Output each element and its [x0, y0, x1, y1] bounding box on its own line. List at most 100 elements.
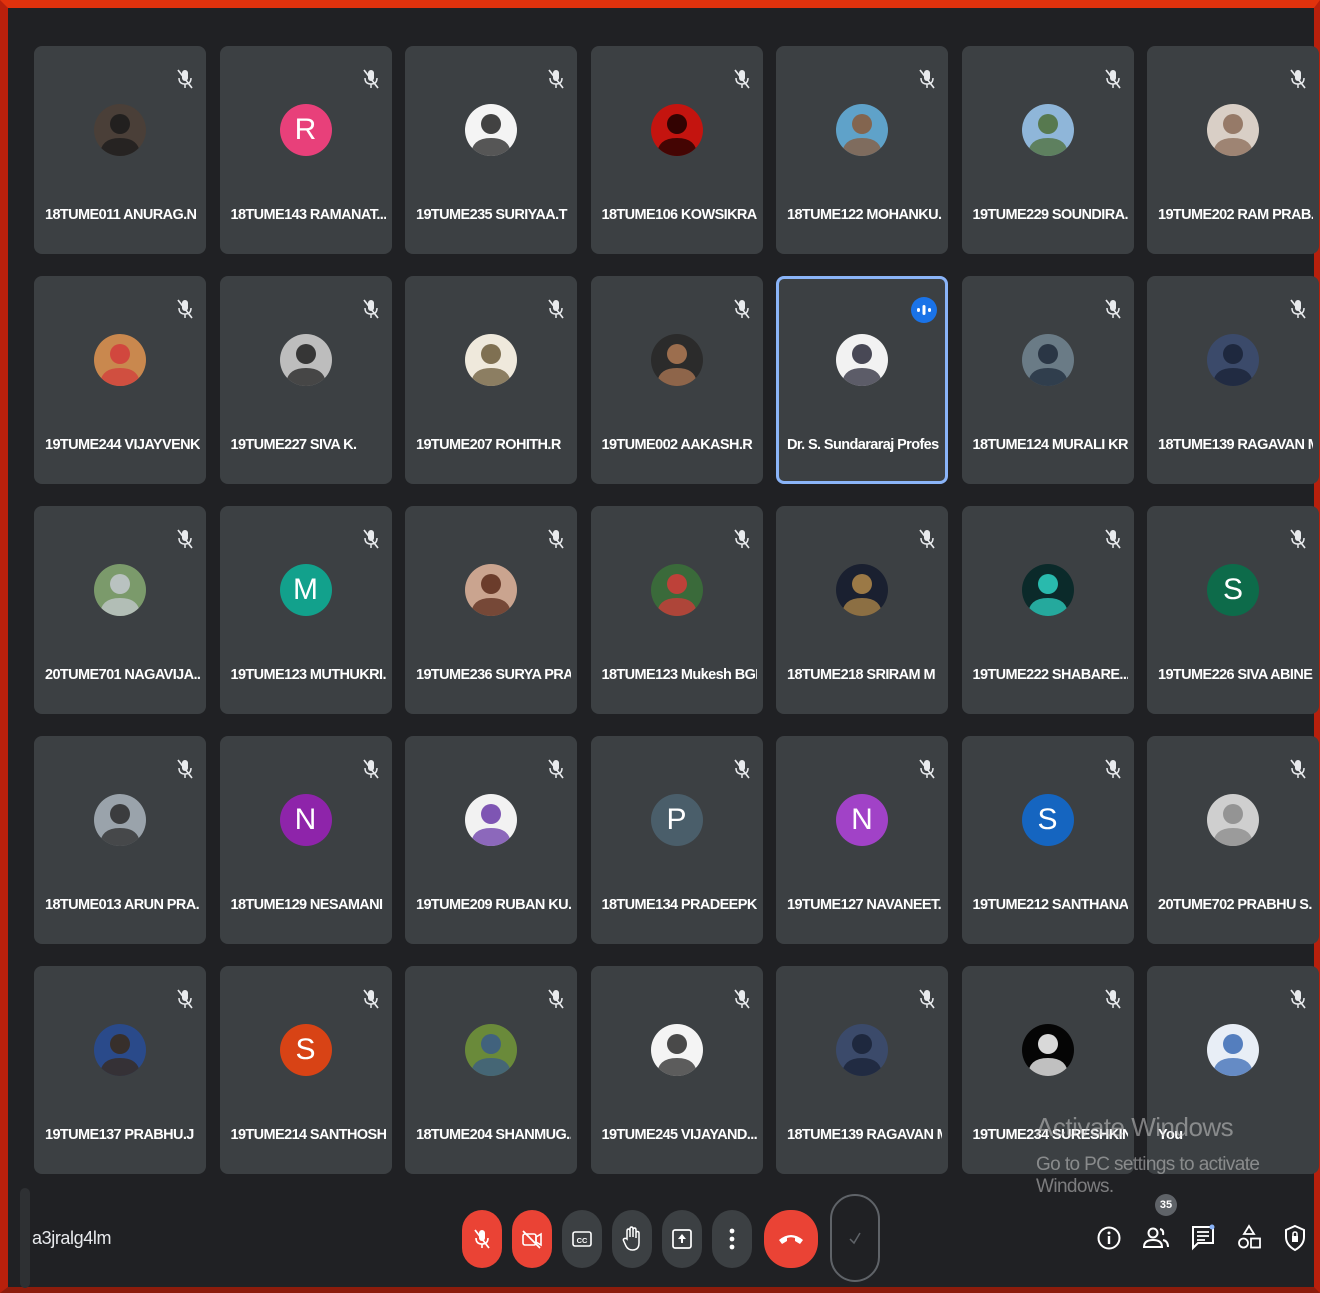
avatar — [1207, 1024, 1259, 1076]
participant-tile[interactable]: 19TUME235 SURIYAA.T — [405, 46, 577, 254]
avatar — [1021, 334, 1074, 386]
participant-tile[interactable]: 19TUME236 SURYA PRA... — [405, 506, 577, 714]
mic-toggle-button[interactable] — [462, 1210, 502, 1268]
participant-name: 18TUME218 SRIRAM M — [787, 667, 936, 683]
meeting-details-button[interactable] — [1094, 1220, 1124, 1256]
meet-window: 18TUME011 ANURAG.N R 18TUME143 RAMANAT... 1… — [0, 0, 1320, 1293]
participant-tile[interactable]: 19TUME222 SHABARE... — [961, 506, 1134, 714]
participant-tile[interactable]: 18TUME123 Mukesh BGM — [590, 506, 763, 714]
participant-tile[interactable]: 19TUME229 SOUNDIRA... — [961, 46, 1134, 254]
participant-name: 19TUME202 RAM PRAB... — [1158, 207, 1313, 223]
participant-tile[interactable]: 18TUME218 SRIRAM M — [776, 506, 948, 714]
participant-tile[interactable]: 18TUME122 MOHANKU... — [776, 46, 948, 254]
muted-indicator — [731, 756, 753, 782]
avatar — [650, 104, 703, 156]
people-button[interactable] — [1141, 1220, 1171, 1256]
participant-tile[interactable]: M 19TUME123 MUTHUKRI... — [219, 506, 392, 714]
participant-tile[interactable]: 20TUME701 NAGAVIJA... — [34, 506, 206, 714]
mic-off-icon — [177, 299, 193, 319]
present-screen-button[interactable] — [662, 1210, 702, 1268]
avatar: S — [1021, 794, 1074, 846]
mic-off-icon — [362, 759, 379, 779]
captions-button[interactable]: CC — [562, 1210, 602, 1268]
participant-tile[interactable]: S 19TUME226 SIVA ABINE... — [1147, 506, 1319, 714]
participant-tile[interactable]: 18TUME139 RAGAVAN M. — [1147, 276, 1319, 484]
participant-tile[interactable]: S 19TUME214 SANTHOSH... — [219, 966, 392, 1174]
profile-photo — [471, 344, 511, 386]
participant-tile[interactable]: N 19TUME127 NAVANEET... — [776, 736, 948, 944]
participant-tile[interactable]: 18TUME106 KOWSIKRA... — [590, 46, 763, 254]
muted-indicator — [1287, 986, 1309, 1012]
participant-tile[interactable]: 19TUME227 SIVA K. — [219, 276, 392, 484]
muted-indicator — [174, 986, 196, 1012]
profile-photo — [1213, 344, 1253, 386]
mic-off-icon — [919, 759, 935, 779]
profile-photo — [1027, 344, 1068, 386]
profile-photo — [1027, 1034, 1068, 1076]
profile-photo — [656, 114, 697, 156]
mic-off-icon — [177, 69, 193, 89]
participant-name: 19TUME137 PRABHU.J — [45, 1127, 194, 1143]
muted-indicator — [731, 526, 753, 552]
side-panel-handle[interactable] — [20, 1188, 30, 1288]
participant-tile[interactable]: 20TUME702 PRABHU S. — [1147, 736, 1319, 944]
participant-name: 18TUME139 RAGAVAN M. — [1158, 437, 1313, 453]
mic-off-icon — [919, 529, 935, 549]
chat-button[interactable] — [1188, 1220, 1218, 1256]
muted-indicator — [174, 66, 196, 92]
host-controls-button[interactable] — [1280, 1220, 1310, 1256]
profile-photo — [1213, 804, 1253, 846]
participant-tile[interactable]: 18TUME204 SHANMUG... — [405, 966, 577, 1174]
avatar — [1207, 334, 1259, 386]
windows-activation-watermark-title: Activate Windows — [1036, 1112, 1234, 1142]
activities-button[interactable] — [1234, 1220, 1264, 1256]
mic-off-icon — [733, 759, 750, 779]
mic-off-icon — [1290, 529, 1306, 549]
more-options-button[interactable] — [712, 1210, 752, 1268]
avatar — [465, 1024, 517, 1076]
muted-indicator — [545, 986, 567, 1012]
participant-name: 18TUME123 Mukesh BGM — [601, 667, 757, 683]
participant-tile[interactable]: 19TUME002 AAKASH.R — [590, 276, 763, 484]
participant-tile[interactable]: 18TUME011 ANURAG.N — [34, 46, 206, 254]
participant-tile[interactable]: P 18TUME134 PRADEEPK... — [590, 736, 763, 944]
participant-tile[interactable]: 19TUME245 VIJAYAND... — [590, 966, 763, 1174]
participant-tile[interactable]: 19TUME202 RAM PRAB... — [1147, 46, 1319, 254]
participant-name: 20TUME701 NAGAVIJA... — [45, 667, 200, 683]
participant-tile[interactable]: 19TUME244 VIJAYVENK... — [34, 276, 206, 484]
avatar: N — [279, 794, 332, 846]
mic-off-icon — [733, 299, 750, 319]
participant-name: 18TUME013 ARUN PRA... — [45, 897, 200, 913]
profile-photo — [842, 574, 882, 616]
activity-status-button[interactable] — [830, 1194, 880, 1282]
avatar — [836, 564, 888, 616]
participant-tile[interactable]: Dr. S. Sundararaj Profes... — [776, 276, 948, 484]
participant-tile[interactable]: 18TUME124 MURALI KR... — [961, 276, 1134, 484]
host-controls-icon — [1285, 1224, 1305, 1252]
participant-name: 18TUME129 NESAMANI ... — [230, 897, 386, 913]
participant-tile[interactable]: N 18TUME129 NESAMANI ... — [219, 736, 392, 944]
participant-name: 18TUME011 ANURAG.N — [45, 207, 197, 223]
participant-tile[interactable]: 18TUME013 ARUN PRA... — [34, 736, 206, 944]
mic-off-icon — [362, 299, 379, 319]
muted-indicator — [916, 526, 938, 552]
muted-indicator — [731, 66, 753, 92]
camera-toggle-button[interactable] — [512, 1210, 552, 1268]
avatar: S — [279, 1024, 332, 1076]
mic-off-icon — [548, 299, 564, 319]
profile-photo — [656, 344, 697, 386]
profile-photo — [100, 574, 140, 616]
avatar — [650, 564, 703, 616]
participant-tile[interactable]: 19TUME209 RUBAN KU... — [405, 736, 577, 944]
participant-tile[interactable]: 19TUME207 ROHITH.R — [405, 276, 577, 484]
avatar — [836, 1024, 888, 1076]
participant-tile[interactable]: R 18TUME143 RAMANAT... — [219, 46, 392, 254]
participant-tile[interactable]: S 19TUME212 SANTHANA... — [961, 736, 1134, 944]
participant-tile[interactable]: 18TUME139 RAGAVAN M. — [776, 966, 948, 1174]
mic-off-icon — [1290, 69, 1306, 89]
participant-tile[interactable]: 19TUME137 PRABHU.J — [34, 966, 206, 1174]
mic-off-icon — [362, 989, 379, 1009]
raise-hand-button[interactable] — [612, 1210, 652, 1268]
muted-indicator — [1287, 66, 1309, 92]
leave-call-button[interactable] — [764, 1210, 818, 1268]
